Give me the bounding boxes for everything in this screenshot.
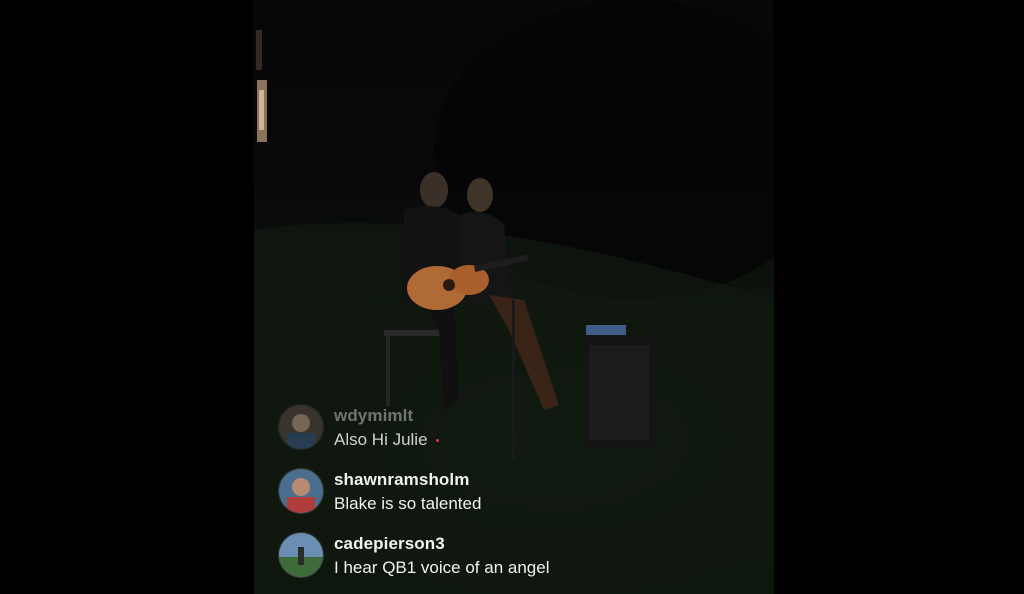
comment-item: cadepierson3 I hear QB1 voice of an ange…	[278, 530, 748, 594]
user-avatar-icon[interactable]	[278, 532, 324, 578]
live-comments-list: wdymimlt Also Hi Julie shawnramsholm Bla…	[278, 402, 748, 594]
live-stream-screen: wdymimlt Also Hi Julie shawnramsholm Bla…	[0, 0, 1024, 594]
comment-item: shawnramsholm Blake is so talented	[278, 466, 748, 530]
comment-text: Blake is so talented	[334, 494, 482, 513]
heart-icon	[435, 439, 439, 443]
comment-username[interactable]: wdymimlt	[334, 406, 413, 426]
comment-text: Also Hi Julie	[334, 430, 439, 450]
comment-item: wdymimlt Also Hi Julie	[278, 402, 748, 466]
user-avatar-icon[interactable]	[278, 468, 324, 514]
comment-username[interactable]: shawnramsholm	[334, 470, 469, 490]
user-avatar-icon[interactable]	[278, 404, 324, 450]
comment-username[interactable]: cadepierson3	[334, 534, 445, 554]
comment-text: I hear QB1 voice of an angel	[334, 558, 550, 577]
